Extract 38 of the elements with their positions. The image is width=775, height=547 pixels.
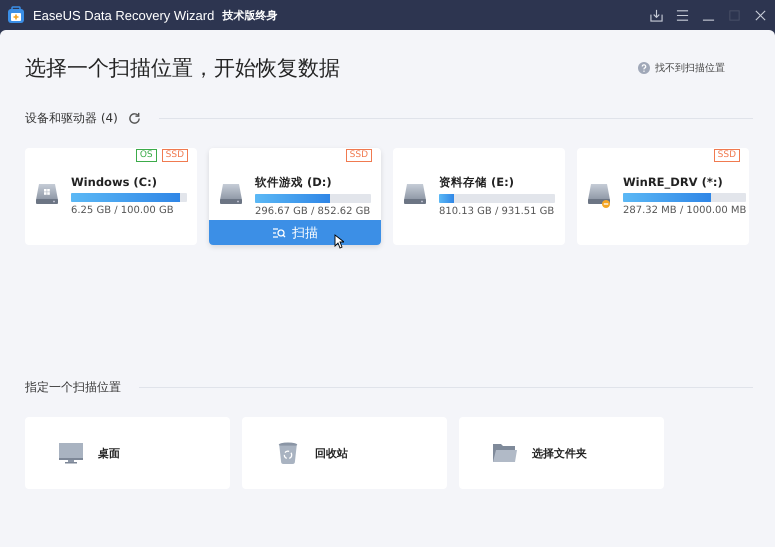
help-icon (638, 62, 650, 74)
drive-name: 软件游戏 (D:) (255, 175, 333, 190)
drive-usage: 287.32 MB / 1000.00 MB (623, 205, 746, 216)
help-link[interactable]: 找不到扫描位置 (638, 61, 725, 75)
mouse-cursor-icon (334, 234, 344, 249)
drive-card[interactable]: OS SSD Windows (C:) 6.25 GB / 100.00 GB (25, 148, 197, 245)
drive-tag: SSD (346, 149, 372, 162)
drive-card[interactable]: 资料存储 (E:) 810.13 GB / 931.51 GB (393, 148, 565, 245)
location-card[interactable]: 回收站 (242, 417, 447, 489)
window-title: EaseUS Data Recovery Wizard (33, 8, 214, 22)
hard-drive-icon (587, 182, 611, 208)
location-name: 回收站 (315, 446, 348, 460)
drive-name: Windows (C:) (71, 175, 158, 189)
drive-card[interactable]: SSD WinRE_DRV (*:) 287.32 MB / 1000.00 MB (577, 148, 749, 245)
scan-icon (272, 226, 286, 238)
refresh-icon[interactable] (128, 112, 141, 124)
edition-label: 技术版终身 (222, 8, 278, 22)
drive-tag: OS (136, 149, 157, 162)
drive-tag: SSD (714, 149, 740, 162)
drive-usage: 810.13 GB / 931.51 GB (439, 206, 555, 217)
page-heading: 选择一个扫描位置，开始恢复数据 (25, 55, 340, 82)
location-name: 选择文件夹 (532, 446, 587, 460)
menu-icon[interactable] (676, 8, 689, 22)
drive-name: 资料存储 (E:) (439, 175, 515, 190)
location-card[interactable]: 桌面 (25, 417, 230, 489)
close-icon[interactable] (754, 8, 767, 22)
section-title: 设备和驱动器 (4) (25, 110, 118, 126)
folder-icon (492, 442, 518, 464)
section-title: 指定一个扫描位置 (25, 378, 121, 396)
location-name: 桌面 (98, 446, 120, 460)
download-icon[interactable] (650, 8, 663, 22)
monitor-icon (58, 442, 84, 464)
drive-name: WinRE_DRV (*:) (623, 175, 724, 189)
drive-usage: 296.67 GB / 852.62 GB (255, 206, 371, 217)
location-card[interactable]: 选择文件夹 (459, 417, 664, 489)
drive-usage: 6.25 GB / 100.00 GB (71, 205, 175, 216)
drive-tag: SSD (162, 149, 188, 162)
app-logo-icon (7, 6, 25, 24)
